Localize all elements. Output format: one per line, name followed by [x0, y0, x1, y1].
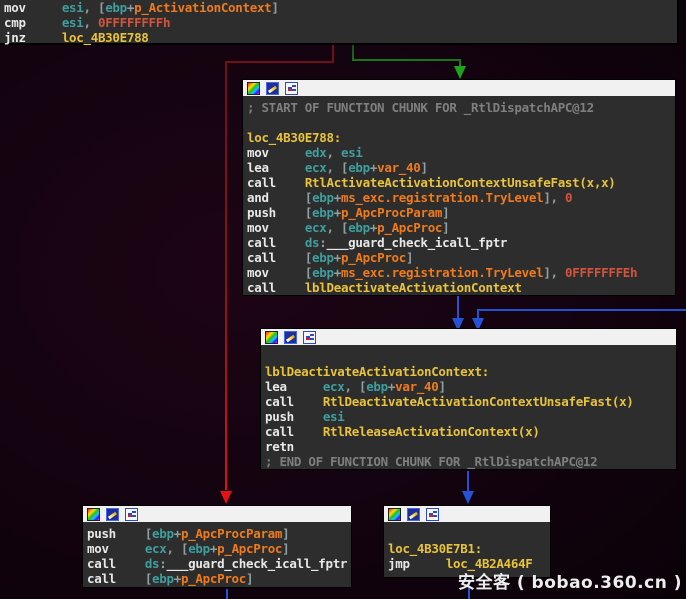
- set-node-color-icon[interactable]: [265, 331, 278, 344]
- asm-line[interactable]: lea ecx, [ebp+var_40]: [247, 160, 675, 175]
- watermark: 安全客 ( bobao.360.cn ): [458, 568, 682, 593]
- basic-block-loc-4B30E788[interactable]: ; START OF FUNCTION CHUNK FOR _RtlDispat…: [242, 79, 676, 296]
- asm-line[interactable]: mov ecx, [ebp+p_ApcProc]: [87, 541, 351, 556]
- edit-node-icon[interactable]: [266, 82, 279, 95]
- basic-block-entry[interactable]: mov esi, [ebp+p_ActivationContext]cmp es…: [0, 0, 679, 45]
- asm-line[interactable]: [247, 115, 675, 130]
- edge-incoming-from-right: [478, 310, 686, 319]
- asm-line[interactable]: [388, 526, 550, 541]
- asm-line[interactable]: mov esi, [ebp+p_ActivationContext]: [4, 0, 677, 15]
- basic-block-lblDeactivateActivationContext[interactable]: lblDeactivateActivationContext:lea ecx, …: [260, 328, 677, 470]
- asm-line[interactable]: call RtlDeactivateActivationContextUnsaf…: [265, 394, 676, 409]
- asm-line[interactable]: lea ecx, [ebp+var_40]: [265, 379, 676, 394]
- set-node-color-icon[interactable]: [247, 82, 260, 95]
- asm-line[interactable]: push [ebp+p_ApcProcParam]: [87, 526, 351, 541]
- disassembly-listing: loc_4B30E7B1:jmp loc_4B2A464F: [384, 522, 550, 571]
- asm-line[interactable]: ; END OF FUNCTION CHUNK FOR _RtlDispatch…: [265, 454, 676, 469]
- node-title-bar[interactable]: [83, 506, 351, 522]
- basic-block-guard-check[interactable]: push [ebp+p_ApcProcParam]mov ecx, [ebp+p…: [82, 505, 352, 588]
- asm-line[interactable]: and [ebp+ms_exc.registration.TryLevel], …: [247, 190, 675, 205]
- graph-view-canvas[interactable]: 安全客 ( bobao.360.cn ) mov esi, [ebp+p_Act…: [0, 0, 686, 599]
- asm-line[interactable]: [265, 349, 676, 364]
- asm-line[interactable]: mov [ebp+ms_exc.registration.TryLevel], …: [247, 265, 675, 280]
- asm-line[interactable]: mov edx, esi: [247, 145, 675, 160]
- edge-to-loc-4B30E7B1-arrowhead: [462, 491, 474, 504]
- edge-jnz-true-branch-arrowhead: [454, 66, 466, 79]
- disassembly-listing: push [ebp+p_ApcProcParam]mov ecx, [ebp+p…: [83, 522, 351, 586]
- asm-line[interactable]: retn: [265, 439, 676, 454]
- asm-line[interactable]: call lblDeactivateActivationContext: [247, 280, 675, 295]
- asm-line[interactable]: push [ebp+p_ApcProcParam]: [247, 205, 675, 220]
- asm-line[interactable]: mov ecx, [ebp+p_ApcProc]: [247, 220, 675, 235]
- disassembly-listing: lblDeactivateActivationContext:lea ecx, …: [261, 345, 676, 469]
- asm-line[interactable]: jnz loc_4B30E788: [4, 30, 677, 45]
- asm-line[interactable]: cmp esi, 0FFFFFFFFh: [4, 15, 677, 30]
- group-nodes-icon[interactable]: [125, 508, 138, 521]
- group-nodes-icon[interactable]: [285, 82, 298, 95]
- set-node-color-icon[interactable]: [388, 508, 401, 521]
- group-nodes-icon[interactable]: [303, 331, 316, 344]
- asm-line[interactable]: loc_4B30E7B1:: [388, 541, 550, 556]
- node-title-bar[interactable]: [261, 329, 676, 345]
- asm-line[interactable]: loc_4B30E788:: [247, 130, 675, 145]
- node-title-bar[interactable]: [243, 80, 675, 96]
- asm-line[interactable]: call ds:___guard_check_icall_fptr: [247, 235, 675, 250]
- asm-line[interactable]: lblDeactivateActivationContext:: [265, 364, 676, 379]
- group-nodes-icon[interactable]: [426, 508, 439, 521]
- set-node-color-icon[interactable]: [87, 508, 100, 521]
- asm-line[interactable]: push esi: [265, 409, 676, 424]
- edit-node-icon[interactable]: [284, 331, 297, 344]
- node-title-bar[interactable]: [384, 506, 550, 522]
- disassembly-listing: mov esi, [ebp+p_ActivationContext]cmp es…: [0, 0, 677, 45]
- edge-jnz-true-branch: [353, 45, 460, 67]
- asm-line[interactable]: ; START OF FUNCTION CHUNK FOR _RtlDispat…: [247, 100, 675, 115]
- edit-node-icon[interactable]: [106, 508, 119, 521]
- asm-line[interactable]: call [ebp+p_ApcProc]: [247, 250, 675, 265]
- edit-node-icon[interactable]: [407, 508, 420, 521]
- asm-line[interactable]: call RtlActivateActivationContextUnsafeF…: [247, 175, 675, 190]
- asm-line[interactable]: call RtlReleaseActivationContext(x): [265, 424, 676, 439]
- asm-line[interactable]: call ds:___guard_check_icall_fptr: [87, 556, 351, 571]
- disassembly-listing: ; START OF FUNCTION CHUNK FOR _RtlDispat…: [243, 96, 675, 295]
- asm-line[interactable]: call [ebp+p_ApcProc]: [87, 571, 351, 586]
- edge-jnz-false-branch-arrowhead: [220, 491, 232, 504]
